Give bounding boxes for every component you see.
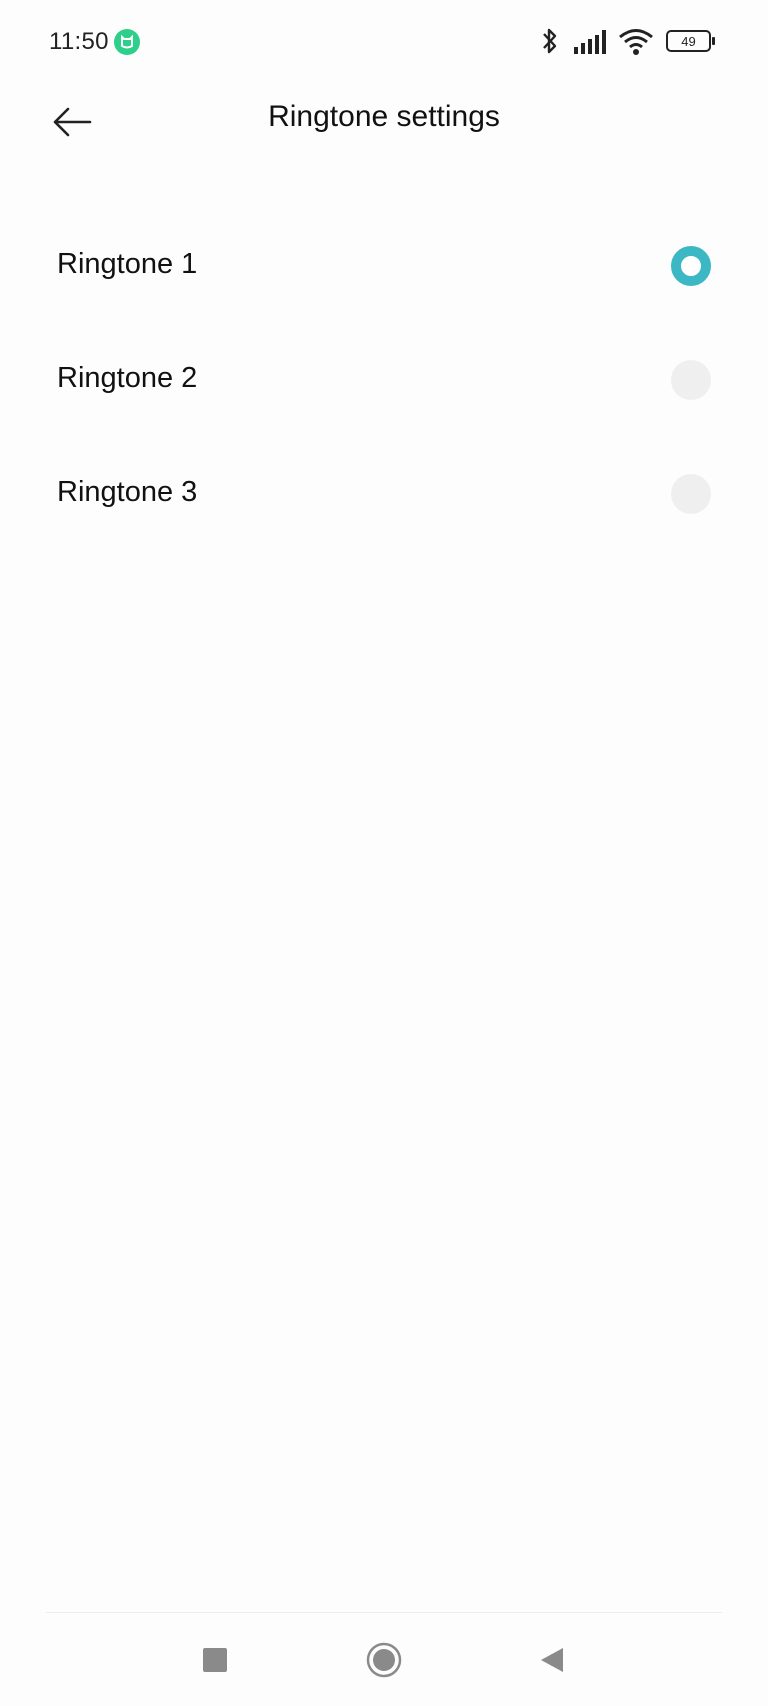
home-button[interactable]	[360, 1638, 408, 1686]
battery-icon: 49	[666, 29, 716, 58]
navigation-bar	[0, 1614, 768, 1706]
app-notification-icon	[114, 29, 140, 55]
battery-level: 49	[681, 34, 695, 49]
bluetooth-icon	[540, 26, 560, 61]
option-label: Ringtone 3	[57, 476, 198, 508]
signal-icon	[574, 30, 608, 59]
header: Ringtone settings	[0, 86, 768, 196]
nav-divider	[46, 1612, 722, 1613]
ringtone-option-1[interactable]: Ringtone 1	[0, 210, 768, 324]
back-triangle-icon	[539, 1646, 565, 1679]
page-title: Ringtone settings	[268, 100, 500, 133]
recents-button[interactable]	[191, 1638, 239, 1686]
option-label: Ringtone 2	[57, 362, 198, 394]
radio-button-selected[interactable]	[671, 246, 711, 286]
wifi-icon	[618, 28, 654, 61]
home-circle-icon	[366, 1642, 402, 1683]
ringtone-option-list: Ringtone 1 Ringtone 2 Ringtone 3	[0, 210, 768, 552]
radio-button[interactable]	[671, 474, 711, 514]
status-bar: 11:50 49	[0, 0, 768, 86]
back-nav-button[interactable]	[528, 1638, 576, 1686]
radio-button[interactable]	[671, 360, 711, 400]
ringtone-option-3[interactable]: Ringtone 3	[0, 438, 768, 552]
recents-square-icon	[202, 1647, 228, 1678]
screen: 11:50 49 Ringtone settings Ringtone 1 Ri…	[0, 0, 768, 1706]
ringtone-option-2[interactable]: Ringtone 2	[0, 324, 768, 438]
option-label: Ringtone 1	[57, 248, 198, 280]
status-time: 11:50	[49, 28, 109, 55]
